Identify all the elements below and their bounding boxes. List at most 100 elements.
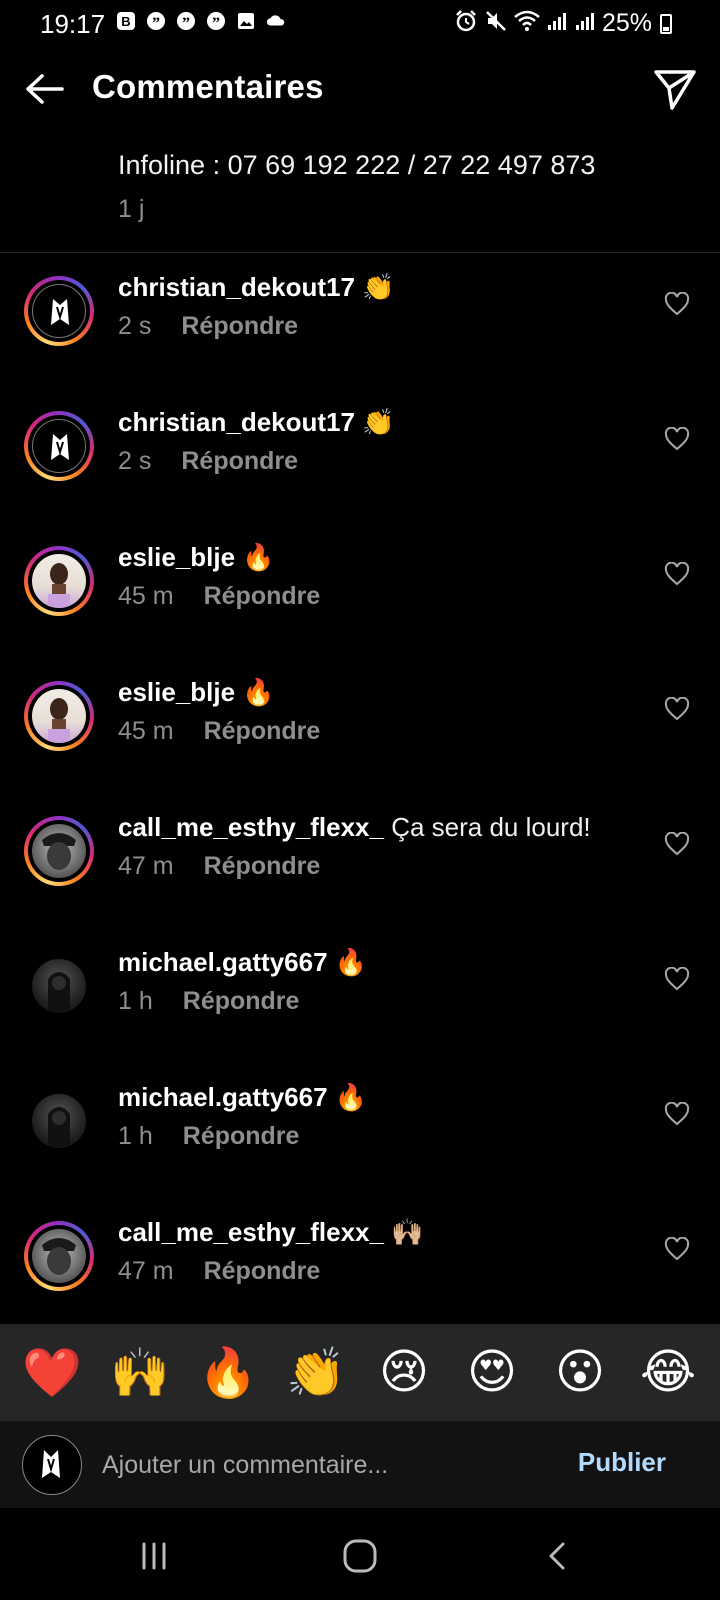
comment-username[interactable]: michael.gatty667 bbox=[118, 1082, 328, 1112]
comment-time: 47 m bbox=[118, 852, 174, 880]
status-time: 19:17 bbox=[40, 9, 106, 39]
reply-button[interactable]: Répondre bbox=[181, 312, 298, 340]
notification-icons: B ” ” ” bbox=[116, 11, 286, 31]
home-icon bbox=[343, 1539, 377, 1573]
publish-button[interactable]: Publier bbox=[578, 1447, 666, 1478]
like-button[interactable] bbox=[664, 696, 690, 721]
comment-text: 🔥 bbox=[334, 947, 368, 977]
share-button[interactable] bbox=[652, 66, 698, 112]
recents-button[interactable] bbox=[130, 1532, 178, 1580]
story-ring[interactable] bbox=[24, 276, 94, 346]
chevron-left-icon bbox=[549, 1542, 565, 1570]
comment-time: 2 s bbox=[118, 312, 152, 340]
quote-icon: ” bbox=[206, 11, 226, 31]
story-ring[interactable] bbox=[24, 1221, 94, 1291]
signal-icon bbox=[546, 10, 568, 37]
like-button[interactable] bbox=[664, 291, 690, 316]
emoji-laugh-button[interactable]: 😂 bbox=[633, 1344, 703, 1400]
comment-time: 45 m bbox=[118, 717, 174, 745]
status-bar: 19:17 B ” ” ” 25% bbox=[0, 0, 720, 48]
heart-icon bbox=[664, 561, 690, 586]
emoji-heart-eyes-button[interactable]: 😍 bbox=[457, 1344, 527, 1400]
comment-text: Ça sera du lourd! bbox=[391, 812, 591, 842]
heart-icon bbox=[664, 291, 690, 316]
like-button[interactable] bbox=[664, 561, 690, 586]
avatar-wrap[interactable] bbox=[24, 951, 94, 1021]
back-button[interactable] bbox=[22, 66, 68, 112]
emoji-fire-button[interactable]: 🔥 bbox=[193, 1344, 263, 1401]
comment-text: 🔥 bbox=[242, 677, 275, 707]
cloud-icon bbox=[266, 11, 286, 31]
reply-button[interactable]: Répondre bbox=[183, 987, 300, 1015]
comment-time: 1 h bbox=[118, 987, 153, 1015]
comment-item: michael.gatty667 🔥 1 h Répondre bbox=[0, 939, 720, 1074]
heart-icon bbox=[664, 696, 690, 721]
comment-text: 🔥 bbox=[334, 1082, 368, 1112]
heart-icon bbox=[664, 831, 690, 856]
story-ring[interactable] bbox=[24, 411, 94, 481]
comment-item: eslie_blje 🔥 45 m Répondre bbox=[0, 669, 720, 804]
heart-icon bbox=[664, 1101, 690, 1126]
story-ring[interactable] bbox=[24, 816, 94, 886]
caption-time: 1 j bbox=[118, 195, 145, 223]
emoji-cry-button[interactable]: 😢 bbox=[369, 1344, 439, 1400]
like-button[interactable] bbox=[664, 831, 690, 856]
heart-icon bbox=[664, 426, 690, 451]
comment-list: christian_dekout17 👏 2 s Répondre christi… bbox=[0, 264, 720, 1344]
svg-text:”: ” bbox=[212, 15, 220, 31]
quote-icon: ” bbox=[176, 11, 196, 31]
emoji-heart-button[interactable]: ❤️ bbox=[17, 1344, 87, 1401]
signal-icon bbox=[574, 10, 596, 37]
system-icons: 25% bbox=[454, 9, 672, 38]
comment-username[interactable]: call_me_esthy_flexx_ bbox=[118, 812, 384, 842]
comment-input[interactable] bbox=[102, 1447, 522, 1483]
reply-button[interactable]: Répondre bbox=[183, 1122, 300, 1150]
reply-button[interactable]: Répondre bbox=[204, 1257, 321, 1285]
comment-item: call_me_esthy_flexx_ Ça sera du lourd! 4… bbox=[0, 804, 720, 939]
b-icon: B bbox=[116, 11, 136, 31]
avatar bbox=[32, 824, 86, 878]
heart-icon bbox=[664, 966, 690, 991]
caption-text: Infoline : 07 69 192 222 / 27 22 497 873 bbox=[118, 150, 596, 180]
home-button[interactable] bbox=[336, 1532, 384, 1580]
quote-icon: ” bbox=[146, 11, 166, 31]
arrow-left-icon bbox=[26, 74, 64, 104]
emoji-raised-hands-button[interactable]: 🙌 bbox=[105, 1344, 175, 1401]
emoji-surprised-button[interactable]: 😮 bbox=[545, 1344, 615, 1400]
avatar-wrap[interactable] bbox=[24, 1086, 94, 1156]
reply-button[interactable]: Répondre bbox=[204, 582, 321, 610]
avatar bbox=[32, 419, 86, 473]
story-ring[interactable] bbox=[24, 681, 94, 751]
like-button[interactable] bbox=[664, 966, 690, 991]
reply-button[interactable]: Répondre bbox=[204, 717, 321, 745]
back-nav-button[interactable] bbox=[534, 1532, 582, 1580]
svg-text:B: B bbox=[121, 14, 130, 29]
comment-username[interactable]: eslie_blje bbox=[118, 677, 235, 707]
wifi-icon bbox=[514, 10, 540, 37]
comment-username[interactable]: michael.gatty667 bbox=[118, 947, 328, 977]
svg-text:”: ” bbox=[152, 15, 160, 31]
battery-percent: 25% bbox=[601, 9, 652, 37]
like-button[interactable] bbox=[664, 426, 690, 451]
comment-time: 1 h bbox=[118, 1122, 153, 1150]
emoji-clap-button[interactable]: 👏 bbox=[281, 1344, 351, 1401]
divider bbox=[0, 252, 720, 253]
avatar bbox=[32, 1094, 86, 1148]
comment-username[interactable]: eslie_blje bbox=[118, 542, 235, 572]
reply-button[interactable]: Répondre bbox=[181, 447, 298, 475]
comment-username[interactable]: christian_dekout17 bbox=[118, 272, 355, 302]
reply-button[interactable]: Répondre bbox=[204, 852, 321, 880]
avatar bbox=[32, 284, 86, 338]
avatar bbox=[32, 554, 86, 608]
like-button[interactable] bbox=[664, 1101, 690, 1126]
comment-item: christian_dekout17 👏 2 s Répondre bbox=[0, 264, 720, 399]
system-nav-bar bbox=[0, 1508, 720, 1600]
send-icon bbox=[654, 70, 696, 110]
comment-time: 45 m bbox=[118, 582, 174, 610]
comment-username[interactable]: christian_dekout17 bbox=[118, 407, 355, 437]
post-caption: Infoline : 07 69 192 222 / 27 22 497 873… bbox=[118, 150, 595, 224]
comment-username[interactable]: call_me_esthy_flexx_ bbox=[118, 1217, 384, 1247]
story-ring[interactable] bbox=[24, 546, 94, 616]
like-button[interactable] bbox=[664, 1236, 690, 1261]
comment-time: 2 s bbox=[118, 447, 152, 475]
